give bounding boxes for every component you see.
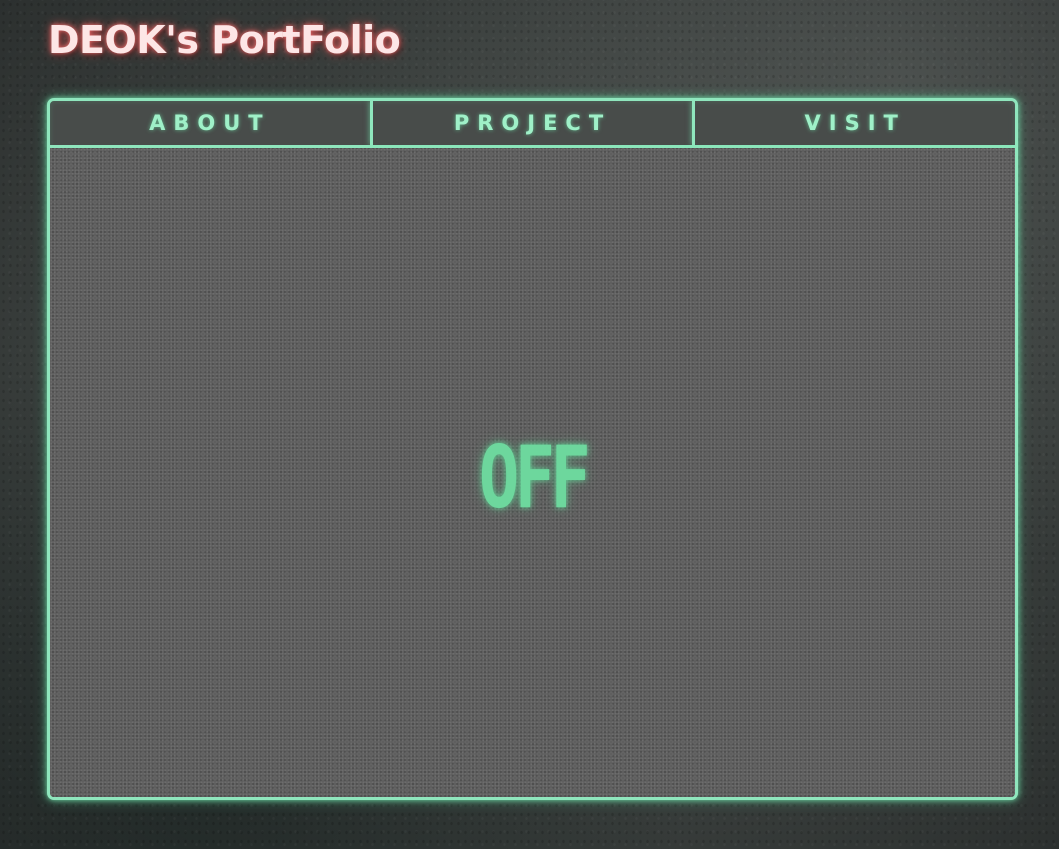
tab-about[interactable]: ABOUT (50, 101, 370, 145)
power-status-text[interactable]: OFF (156, 428, 909, 528)
display-screen: OFF (50, 148, 1015, 797)
tab-project[interactable]: PROJECT (369, 101, 693, 145)
portfolio-frame: ABOUT PROJECT VISIT OFF (47, 98, 1018, 800)
main-nav: ABOUT PROJECT VISIT (50, 101, 1015, 148)
tab-visit[interactable]: VISIT (692, 101, 1015, 145)
site-title: DEOK's PortFolio (48, 18, 401, 62)
